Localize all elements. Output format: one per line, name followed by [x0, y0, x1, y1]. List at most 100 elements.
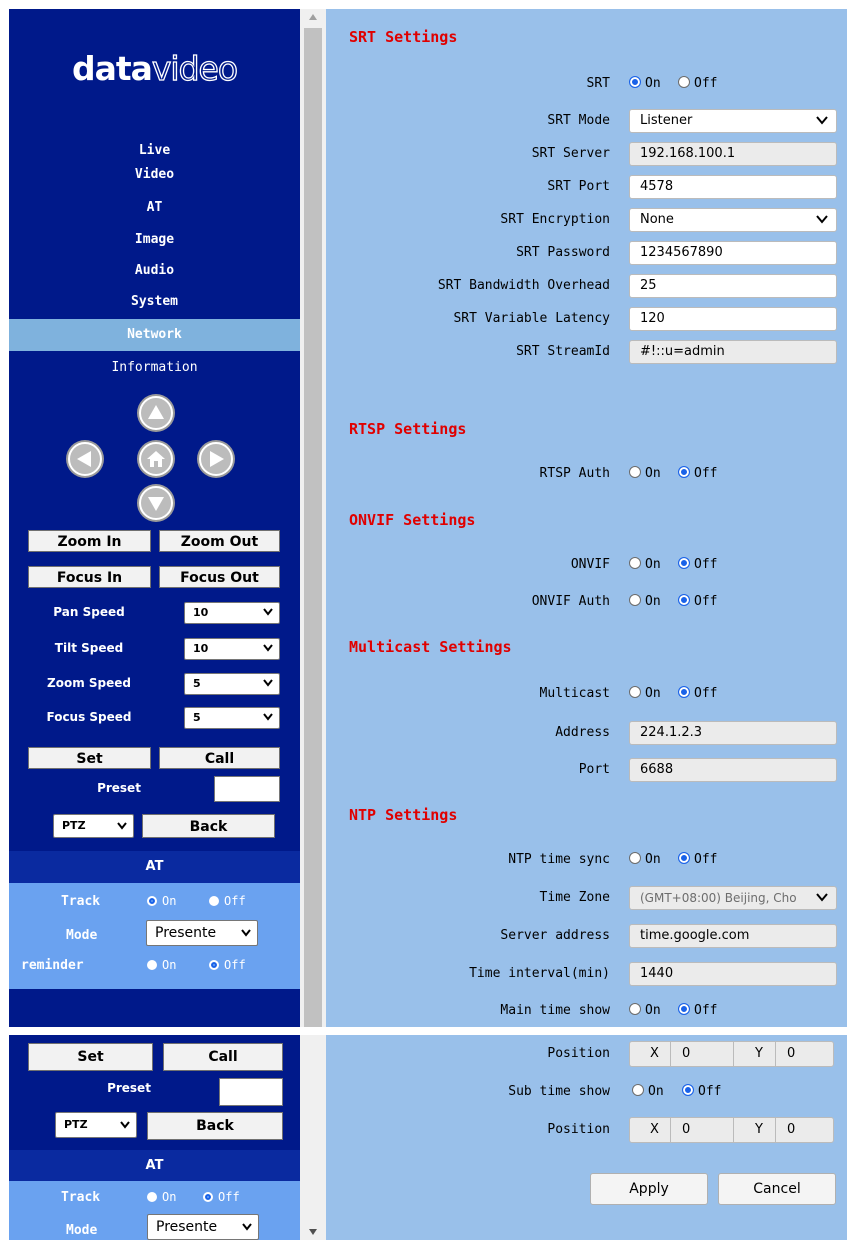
multicast-address-field[interactable]: 224.1.2.3	[629, 721, 837, 745]
multicast-on-radio[interactable]: On	[629, 686, 661, 701]
main-position-field[interactable]: X 0 Y 0	[629, 1041, 834, 1067]
main-time-show-label: Main time show	[500, 1003, 610, 1018]
track-off-radio-2[interactable]: Off	[203, 1190, 240, 1204]
srt-on-radio[interactable]: On	[629, 76, 661, 91]
ntp-sync-on-radio[interactable]: On	[629, 852, 661, 867]
up-arrow-button[interactable]	[139, 396, 173, 430]
call-button[interactable]: Call	[159, 747, 280, 769]
multicast-port-field[interactable]: 6688	[629, 758, 837, 782]
left-arrow-button[interactable]	[68, 442, 102, 476]
sub-position-field[interactable]: X 0 Y 0	[629, 1117, 834, 1143]
sub-y-value[interactable]: 0	[787, 1122, 795, 1137]
focus-in-button[interactable]: Focus In	[28, 566, 151, 588]
track-on-radio-2[interactable]: On	[147, 1190, 176, 1204]
rtsp-auth-on-radio[interactable]: On	[629, 466, 661, 481]
pan-speed-label: Pan Speed	[53, 605, 125, 619]
ntp-sync-label: NTP time sync	[508, 852, 610, 867]
sub-time-show-label: Sub time show	[508, 1084, 610, 1099]
preset-input[interactable]	[214, 776, 280, 802]
nav-system[interactable]: System	[9, 286, 300, 318]
track-on-radio[interactable]: On	[147, 894, 176, 908]
srt-off-radio[interactable]: Off	[678, 76, 717, 91]
ptz-select-2[interactable]: PTZ	[55, 1112, 137, 1138]
srt-server-field[interactable]: 192.168.100.1	[629, 142, 837, 166]
tilt-speed-label: Tilt Speed	[54, 641, 124, 655]
sub-position-label: Position	[547, 1122, 610, 1137]
set-button-2[interactable]: Set	[28, 1043, 153, 1071]
main-x-label: X	[650, 1046, 659, 1061]
chevron-down-icon	[120, 1121, 130, 1129]
back-button[interactable]: Back	[142, 814, 275, 838]
focus-out-button[interactable]: Focus Out	[159, 566, 280, 588]
srt-streamid-field[interactable]: #!::u=admin	[629, 340, 837, 364]
srt-latency-field[interactable]: 120	[629, 307, 837, 331]
onvif-settings-heading: ONVIF Settings	[349, 511, 476, 529]
set-button[interactable]: Set	[28, 747, 151, 769]
sub-x-value[interactable]: 0	[682, 1122, 690, 1137]
nav-at[interactable]: AT	[9, 192, 300, 224]
rtsp-auth-off-radio[interactable]: Off	[678, 466, 717, 481]
apply-button[interactable]: Apply	[590, 1173, 708, 1205]
sidebar: datavideo Live Video AT Image Audio Syst…	[9, 9, 300, 1027]
chevron-down-icon	[263, 713, 273, 721]
mode-label-2: Mode	[66, 1223, 98, 1238]
reminder-off-radio[interactable]: Off	[209, 958, 246, 972]
right-arrow-icon	[210, 451, 224, 467]
sub-time-show-on-radio[interactable]: On	[632, 1084, 664, 1099]
time-interval-field[interactable]: 1440	[629, 962, 837, 986]
nav-audio[interactable]: Audio	[9, 255, 300, 287]
tilt-speed-select[interactable]: 10	[184, 638, 280, 660]
down-arrow-button[interactable]	[139, 486, 173, 520]
sub-time-show-off-radio[interactable]: Off	[682, 1084, 721, 1099]
preset-input-2[interactable]	[219, 1078, 283, 1106]
track-off-radio[interactable]: Off	[209, 894, 246, 908]
main-y-value[interactable]: 0	[787, 1046, 795, 1061]
at-panel-2: Track On Off Mode Presente	[9, 1181, 300, 1240]
chevron-down-icon	[263, 608, 273, 616]
sidebar-scrolled: Set Call Preset PTZ Back AT Track On Off…	[9, 1035, 300, 1240]
multicast-off-radio[interactable]: Off	[678, 686, 717, 701]
down-arrow-icon	[148, 497, 164, 511]
nav-network[interactable]: Network	[9, 319, 300, 351]
zoom-speed-select[interactable]: 5	[184, 673, 280, 695]
nav-information[interactable]: Information	[9, 352, 300, 384]
reminder-on-radio[interactable]: On	[147, 958, 176, 972]
srt-port-label: SRT Port	[547, 179, 610, 194]
nav-video[interactable]: Video	[9, 159, 300, 191]
scrollbar-track-2[interactable]	[300, 1035, 326, 1240]
pan-speed-select[interactable]: 10	[184, 602, 280, 624]
home-button[interactable]	[139, 442, 173, 476]
main-time-show-on-radio[interactable]: On	[629, 1003, 661, 1018]
zoom-out-button[interactable]: Zoom Out	[159, 530, 280, 552]
scroll-up-icon[interactable]	[308, 13, 318, 21]
scroll-down-icon[interactable]	[308, 1228, 318, 1236]
main-time-show-off-radio[interactable]: Off	[678, 1003, 717, 1018]
ptz-select[interactable]: PTZ	[53, 814, 134, 838]
onvif-off-radio[interactable]: Off	[678, 557, 717, 572]
scrollbar-thumb[interactable]	[304, 28, 322, 1027]
at-mode-select-2[interactable]: Presente	[147, 1214, 259, 1240]
onvif-on-radio[interactable]: On	[629, 557, 661, 572]
srt-password-field[interactable]: 1234567890	[629, 241, 837, 265]
onvif-auth-off-radio[interactable]: Off	[678, 594, 717, 609]
srt-encryption-select[interactable]: None	[629, 208, 837, 232]
server-address-field[interactable]: time.google.com	[629, 924, 837, 948]
main-x-value[interactable]: 0	[682, 1046, 690, 1061]
time-zone-select[interactable]: (GMT+08:00) Beijing, Cho	[629, 886, 837, 910]
srt-port-field[interactable]: 4578	[629, 175, 837, 199]
at-section-title-2: AT	[9, 1150, 300, 1181]
cancel-button[interactable]: Cancel	[718, 1173, 836, 1205]
right-arrow-button[interactable]	[199, 442, 233, 476]
chevron-down-icon	[816, 215, 828, 224]
call-button-2[interactable]: Call	[163, 1043, 283, 1071]
at-mode-select[interactable]: Presente	[146, 920, 258, 946]
srt-mode-label: SRT Mode	[547, 113, 610, 128]
back-button-2[interactable]: Back	[147, 1112, 283, 1140]
srt-bandwidth-field[interactable]: 25	[629, 274, 837, 298]
ntp-sync-off-radio[interactable]: Off	[678, 852, 717, 867]
onvif-auth-on-radio[interactable]: On	[629, 594, 661, 609]
focus-speed-select[interactable]: 5	[184, 707, 280, 729]
srt-mode-select[interactable]: Listener	[629, 109, 837, 133]
zoom-in-button[interactable]: Zoom In	[28, 530, 151, 552]
nav-image[interactable]: Image	[9, 224, 300, 256]
